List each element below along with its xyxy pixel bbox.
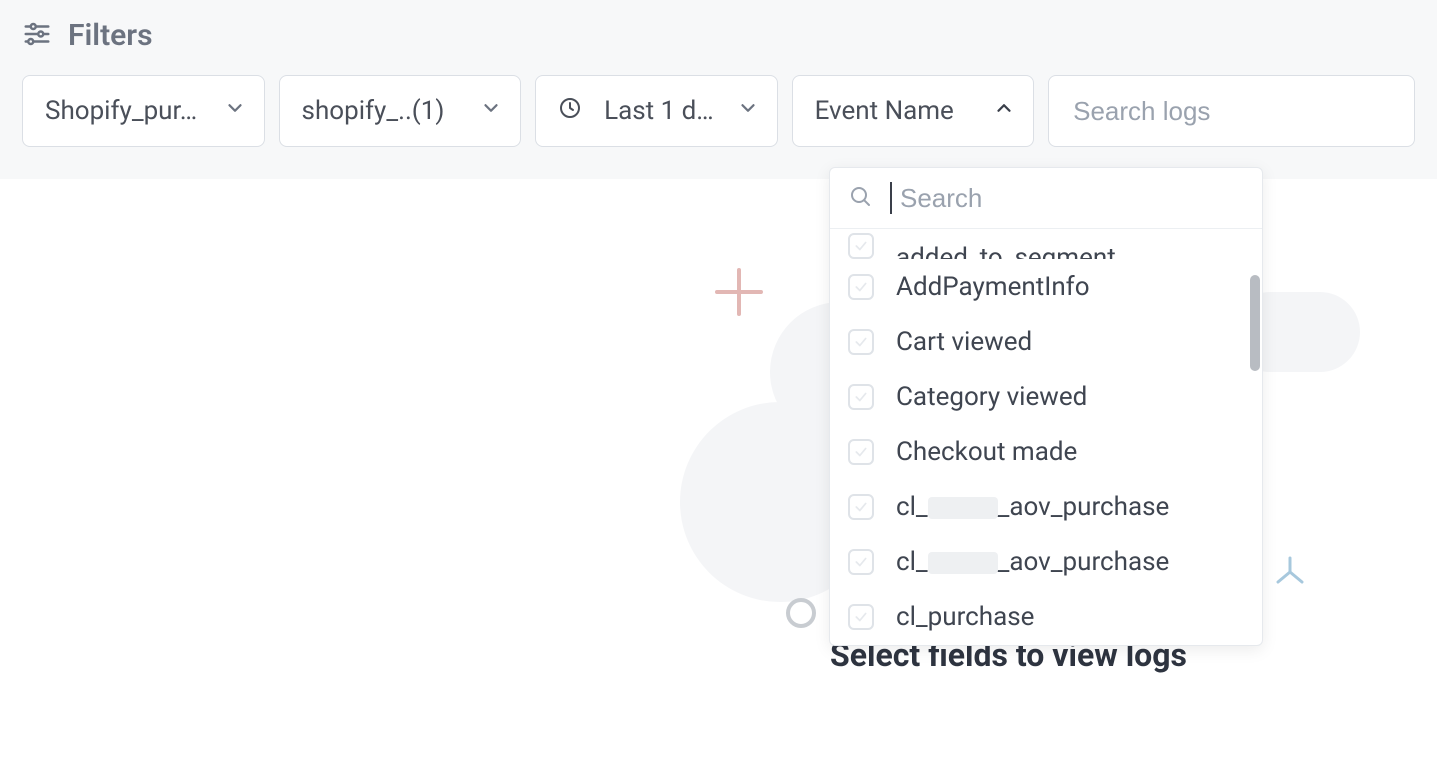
event-option[interactable]: AddPaymentInfo	[848, 259, 1244, 314]
plus-decoration-icon	[715, 268, 763, 316]
event-option[interactable]: Category viewed	[848, 369, 1244, 424]
dropdown-options-scroll[interactable]: added_to_segment AddPaymentInfo Cart vie…	[830, 229, 1262, 645]
account-select-label: shopify_..(1)	[302, 96, 463, 126]
event-option-label: Category viewed	[896, 382, 1087, 412]
checkbox-icon[interactable]	[848, 329, 874, 355]
chevron-down-icon	[224, 96, 246, 126]
event-name-dropdown: added_to_segment AddPaymentInfo Cart vie…	[829, 167, 1263, 646]
search-logs-field[interactable]	[1048, 75, 1415, 147]
dropdown-search-row	[830, 168, 1262, 229]
event-option-label: cl__aov_purchase	[896, 492, 1169, 522]
sliders-icon	[22, 19, 52, 53]
event-option[interactable]: added_to_segment	[848, 229, 1244, 259]
filters-header: Filters	[22, 18, 1415, 53]
event-name-label: Event Name	[815, 96, 976, 126]
source-select-label: Shopify_pur…	[45, 96, 206, 126]
time-range-label: Last 1 d…	[604, 96, 719, 126]
y-decoration-icon	[1270, 552, 1310, 596]
redacted-text	[928, 497, 998, 519]
checkbox-icon[interactable]	[848, 439, 874, 465]
checkbox-icon[interactable]	[848, 604, 874, 630]
dropdown-search-input[interactable]	[890, 182, 1244, 214]
event-option[interactable]: Cart viewed	[848, 314, 1244, 369]
event-option[interactable]: cl_purchase	[848, 589, 1244, 644]
event-option-label: AddPaymentInfo	[896, 272, 1090, 302]
chevron-down-icon	[737, 96, 759, 126]
dropdown-options-list: added_to_segment AddPaymentInfo Cart vie…	[830, 229, 1262, 645]
search-icon	[848, 184, 872, 212]
filter-controls-row: Shopify_pur… shopify_..(1) Last 1 d… Eve…	[22, 75, 1415, 147]
time-range-select[interactable]: Last 1 d…	[535, 75, 778, 147]
checkbox-icon[interactable]	[848, 494, 874, 520]
event-name-select[interactable]: Event Name	[792, 75, 1035, 147]
source-select[interactable]: Shopify_pur…	[22, 75, 265, 147]
scrollbar-thumb[interactable]	[1250, 275, 1260, 371]
circle-decoration-icon	[786, 598, 816, 628]
event-option-label: cl_purchase	[896, 602, 1034, 632]
filter-bar: Filters Shopify_pur… shopify_..(1) Last …	[0, 0, 1437, 179]
account-select[interactable]: shopify_..(1)	[279, 75, 522, 147]
event-option-label: added_to_segment	[896, 243, 1116, 259]
event-option-label: cl__aov_purchase	[896, 547, 1169, 577]
checkbox-icon[interactable]	[848, 233, 874, 259]
chevron-down-icon	[480, 96, 502, 126]
checkbox-icon[interactable]	[848, 274, 874, 300]
checkbox-icon[interactable]	[848, 384, 874, 410]
event-option-label: Cart viewed	[896, 327, 1032, 357]
chevron-up-icon	[993, 96, 1015, 126]
event-option-label: Checkout made	[896, 437, 1077, 467]
event-option[interactable]: cl__aov_purchase	[848, 479, 1244, 534]
event-option[interactable]: cl__aov_purchase	[848, 534, 1244, 589]
event-option[interactable]: Checkout made	[848, 424, 1244, 479]
checkbox-icon[interactable]	[848, 549, 874, 575]
filters-title: Filters	[68, 18, 153, 53]
redacted-text	[928, 552, 998, 574]
search-logs-input[interactable]	[1073, 96, 1390, 127]
clock-icon	[558, 96, 582, 127]
